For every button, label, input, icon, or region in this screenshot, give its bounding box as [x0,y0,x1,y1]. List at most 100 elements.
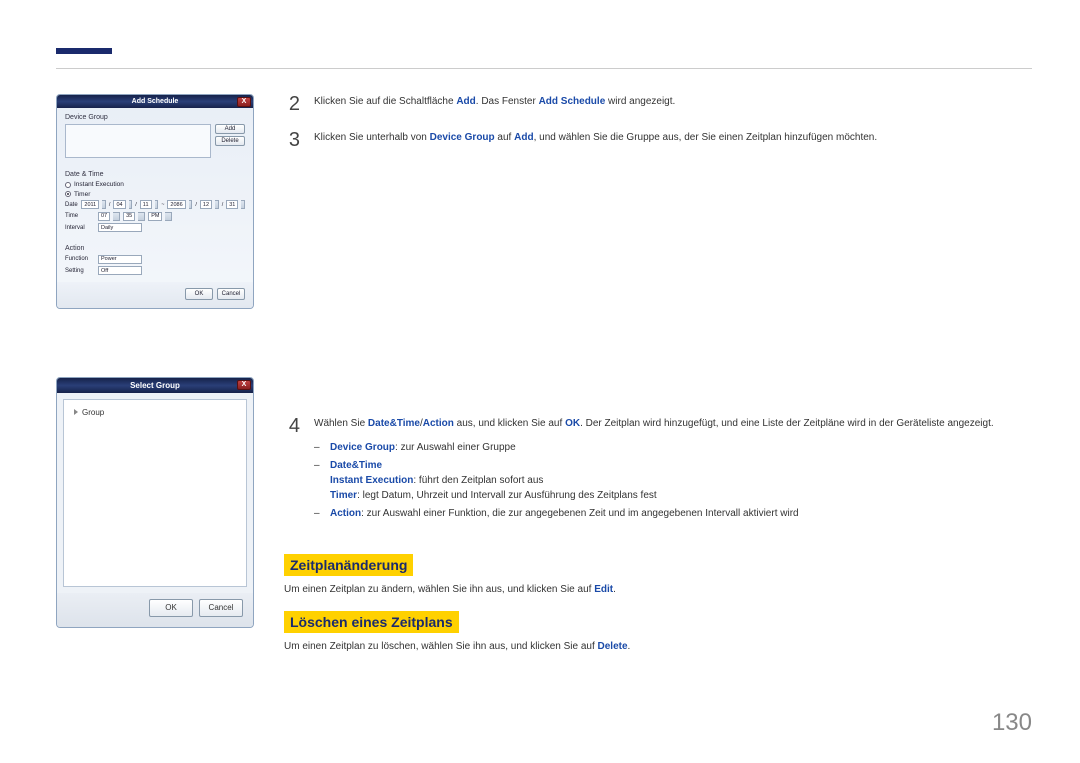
datetime-section: Date & Time Instant Execution Timer Date… [57,165,253,239]
header-rule [56,68,1032,69]
date-from-day[interactable]: 11 [140,200,152,209]
device-group-list[interactable] [65,124,211,158]
dash-icon: ‒ [314,458,322,503]
step-4: 4 Wählen Sie Date&Time/Action aus, und k… [284,416,1032,524]
spinner-icon[interactable] [215,200,219,209]
interval-select[interactable]: Daily [98,223,142,232]
step-number: 4 [284,416,300,524]
dash-icon: ‒ [314,506,322,521]
expand-icon[interactable] [74,409,78,415]
device-group-label: Device Group [65,114,245,121]
text: auf [495,132,514,143]
date-from-year[interactable]: 2011 [81,200,99,209]
text: aus, und klicken Sie auf [454,418,565,429]
spinner-icon[interactable] [189,200,193,209]
action-section: Action Function Power Setting Off [57,239,253,282]
close-icon[interactable]: X [237,380,251,390]
step-number: 2 [284,94,300,114]
ui-ref: Device Group [430,132,495,143]
spinner-icon[interactable] [113,212,120,221]
paragraph: Um einen Zeitplan zu löschen, wählen Sie… [284,639,1032,655]
ok-button[interactable]: OK [185,288,213,300]
tree-root-node[interactable]: Group [74,408,236,417]
step-number: 3 [284,130,300,150]
list-item: ‒ Action: zur Auswahl einer Funktion, di… [314,506,994,521]
device-group-section: Device Group Add Delete [57,108,253,165]
time-minute[interactable]: 35 [123,212,135,221]
ui-ref: Date&Time [330,460,382,471]
cancel-button[interactable]: Cancel [199,599,243,617]
time-hour[interactable]: 07 [98,212,110,221]
close-icon[interactable]: X [237,97,251,107]
date-from-month[interactable]: 04 [113,200,125,209]
cancel-button[interactable]: Cancel [217,288,245,300]
step-body: Klicken Sie auf die Schaltfläche Add. Da… [314,94,675,114]
spinner-icon[interactable] [102,200,106,209]
text: , und wählen Sie die Gruppe aus, der Sie… [534,132,878,143]
setting-label: Setting [65,268,95,274]
text: : führt den Zeitplan sofort aus [413,475,543,486]
heading-edit-schedule: Zeitplanänderung [284,554,413,576]
page-content: Add Schedule X Device Group Add Delete D… [56,94,1032,655]
time-label: Time [65,213,95,219]
dialog-footer: OK Cancel [57,282,253,308]
text: Um einen Zeitplan zu löschen, wählen Sie… [284,641,598,652]
radio-timer[interactable] [65,191,71,197]
spinner-icon[interactable] [129,200,133,209]
date-to-month[interactable]: 12 [200,200,212,209]
date-label: Date [65,202,78,208]
step-3: 3 Klicken Sie unterhalb von Device Group… [284,130,1032,150]
timer-label: Timer [74,191,90,198]
dialog-footer: OK Cancel [57,593,253,627]
text: : legt Datum, Uhrzeit und Intervall zur … [357,490,657,501]
select-group-dialog: Select Group X Group OK Cancel [56,377,254,628]
dialog-titlebar: Select Group X [57,378,253,393]
radio-instant[interactable] [65,182,71,188]
add-schedule-dialog: Add Schedule X Device Group Add Delete D… [56,94,254,309]
date-to-year[interactable]: 2086 [167,200,185,209]
spinner-icon[interactable] [138,212,145,221]
text: Um einen Zeitplan zu ändern, wählen Sie … [284,584,594,595]
ui-ref: Delete [598,641,628,652]
spinner-icon[interactable] [241,200,245,209]
step-body: Klicken Sie unterhalb von Device Group a… [314,130,877,150]
ui-ref: OK [565,418,580,429]
ui-ref: Timer [330,490,357,501]
text: wird angezeigt. [605,96,675,107]
instructions-column: 2 Klicken Sie auf die Schaltfläche Add. … [284,94,1032,655]
heading-delete-schedule: Löschen eines Zeitplans [284,611,459,633]
text: . [613,584,616,595]
ui-ref: Date&Time [368,418,420,429]
action-label: Action [65,245,245,252]
dialog-title: Select Group [130,381,180,390]
group-tree[interactable]: Group [63,399,247,587]
spinner-icon[interactable] [165,212,172,221]
text: Klicken Sie unterhalb von [314,132,430,143]
ui-ref: Action [330,508,361,519]
text: Wählen Sie [314,418,368,429]
add-button[interactable]: Add [215,124,245,134]
list-item: ‒ Date&Time Instant Execution: führt den… [314,458,994,503]
datetime-label: Date & Time [65,171,245,178]
function-label: Function [65,256,95,262]
text: : zur Auswahl einer Gruppe [395,442,516,453]
step-body: Wählen Sie Date&Time/Action aus, und kli… [314,416,994,524]
screenshots-column: Add Schedule X Device Group Add Delete D… [56,94,256,655]
spinner-icon[interactable] [155,200,159,209]
date-to-day[interactable]: 31 [226,200,238,209]
text: . Das Fenster [476,96,539,107]
function-select[interactable]: Power [98,255,142,264]
page-number: 130 [992,709,1032,737]
ui-ref: Device Group [330,442,395,453]
delete-button[interactable]: Delete [215,136,245,146]
dialog-title: Add Schedule [132,98,179,105]
ui-ref: Add [456,96,475,107]
ui-ref: Add Schedule [539,96,606,107]
text: : zur Auswahl einer Funktion, die zur an… [361,508,798,519]
ui-ref: Add [514,132,533,143]
time-ampm[interactable]: PM [148,212,162,221]
step-2: 2 Klicken Sie auf die Schaltfläche Add. … [284,94,1032,114]
interval-label: Interval [65,225,95,231]
setting-select[interactable]: Off [98,266,142,275]
ok-button[interactable]: OK [149,599,193,617]
